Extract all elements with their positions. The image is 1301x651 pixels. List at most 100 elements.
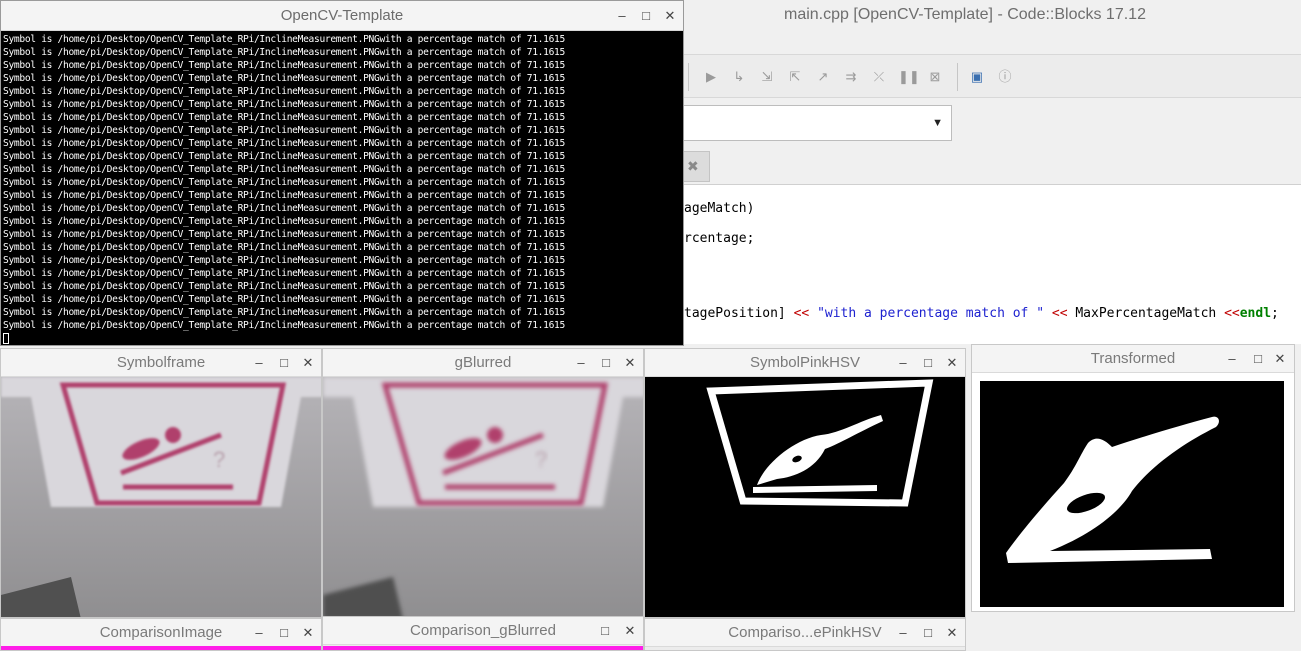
comparison-gblurred-window: Comparison_gBlurred □ ✕	[322, 616, 644, 651]
step-over-icon[interactable]: ↳	[730, 68, 748, 86]
console-line: Symbol is /home/pi/Desktop/OpenCV_Templa…	[3, 177, 565, 188]
console-line: Symbol is /home/pi/Desktop/OpenCV_Templa…	[3, 151, 565, 162]
gblurred-window: gBlurred – □ ✕ ?	[322, 348, 644, 618]
step-into-instruction-icon[interactable]: ⇉	[842, 68, 860, 86]
editor-tab[interactable]: ✖	[684, 151, 710, 182]
window-titlebar[interactable]: gBlurred – □ ✕	[323, 349, 643, 377]
stop-icon[interactable]: ⊠	[926, 68, 944, 86]
console-line: Symbol is /home/pi/Desktop/OpenCV_Templa…	[3, 320, 565, 331]
transformed-window: Transformed – □ ✕	[971, 344, 1295, 612]
minimize-icon[interactable]: –	[249, 619, 269, 647]
window-title: Compariso...ePinkHSV	[728, 624, 882, 641]
console-line: Symbol is /home/pi/Desktop/OpenCV_Templa…	[3, 86, 565, 97]
symbolpinkhsv-window: SymbolPinkHSV – □ ✕	[644, 348, 966, 618]
minimize-icon[interactable]: –	[1222, 345, 1242, 373]
code-token: <<	[793, 306, 810, 321]
maximize-icon[interactable]: □	[636, 1, 656, 31]
console-line: Symbol is /home/pi/Desktop/OpenCV_Templa…	[3, 138, 565, 149]
info-icon[interactable]: ⓘ	[996, 68, 1014, 86]
minimize-icon[interactable]: –	[612, 1, 632, 31]
console-line: Symbol is /home/pi/Desktop/OpenCV_Templa…	[3, 203, 565, 214]
maximize-icon[interactable]: □	[595, 617, 615, 645]
console-line: Symbol is /home/pi/Desktop/OpenCV_Templa…	[3, 99, 565, 110]
minimize-icon[interactable]: –	[893, 619, 913, 647]
window-titlebar[interactable]: Compariso...ePinkHSV – □ ✕	[645, 619, 965, 647]
debugger-toolbar: ▶ ↳ ⇲ ⇱ ↗ ⇉ ⤫ ❚❚ ⊠ ▣ ⓘ	[684, 54, 1301, 98]
console-line: Symbol is /home/pi/Desktop/OpenCV_Templa…	[3, 73, 565, 84]
window-title: gBlurred	[454, 354, 512, 371]
close-icon[interactable]: ✕	[660, 1, 680, 31]
minimize-icon[interactable]: –	[249, 349, 269, 377]
code-token: <<	[1051, 306, 1068, 321]
chevron-down-icon: ▼	[932, 117, 943, 129]
close-icon[interactable]: ✕	[1270, 345, 1290, 373]
console-line: Symbol is /home/pi/Desktop/OpenCV_Templa…	[3, 216, 565, 227]
next-instruction-icon[interactable]: ↗	[814, 68, 832, 86]
window-title: SymbolPinkHSV	[749, 354, 861, 371]
window-titlebar[interactable]: ComparisonImage – □ ✕	[1, 619, 321, 647]
minimize-icon[interactable]: –	[571, 349, 591, 377]
code-token: "with a percentage match of "	[817, 306, 1045, 321]
pink-mask-image	[645, 377, 965, 617]
console-line: Symbol is /home/pi/Desktop/OpenCV_Templa…	[3, 47, 565, 58]
code-token: endl	[1239, 306, 1272, 321]
console-output[interactable]: Symbol is /home/pi/Desktop/OpenCV_Templa…	[3, 33, 683, 345]
minimize-icon[interactable]: –	[893, 349, 913, 377]
symbolframe-window: Symbolframe – □ ✕ ?	[0, 348, 322, 618]
codeblocks-title: main.cpp [OpenCV-Template] - Code::Block…	[784, 6, 1146, 23]
console-line: Symbol is /home/pi/Desktop/OpenCV_Templa…	[3, 229, 565, 240]
code-token: <<	[1224, 306, 1240, 321]
console-window: OpenCV-Template – □ ✕ Symbol is /home/pi…	[0, 0, 684, 346]
toolbar-separator	[688, 63, 689, 91]
console-line: Symbol is /home/pi/Desktop/OpenCV_Templa…	[3, 255, 565, 266]
console-line: Symbol is /home/pi/Desktop/OpenCV_Templa…	[3, 294, 565, 305]
console-line: Symbol is /home/pi/Desktop/OpenCV_Templa…	[3, 60, 565, 71]
close-icon[interactable]: ✕	[620, 349, 640, 377]
run-icon[interactable]: ▶	[702, 68, 720, 86]
window-titlebar[interactable]: Symbolframe – □ ✕	[1, 349, 321, 377]
toolbar-separator	[957, 63, 958, 91]
maximize-icon[interactable]: □	[918, 349, 938, 377]
window-titlebar[interactable]: Comparison_gBlurred □ ✕	[323, 617, 643, 645]
step-out-icon[interactable]: ⇱	[786, 68, 804, 86]
maximize-icon[interactable]: □	[274, 619, 294, 647]
close-icon[interactable]: ✕	[942, 619, 962, 647]
console-line: Symbol is /home/pi/Desktop/OpenCV_Templa…	[3, 307, 565, 318]
console-line: Symbol is /home/pi/Desktop/OpenCV_Templa…	[3, 281, 565, 292]
image-strip	[323, 646, 643, 650]
window-titlebar[interactable]: Transformed – □ ✕	[972, 345, 1294, 373]
transformed-image	[972, 373, 1294, 611]
svg-text:?: ?	[213, 447, 225, 472]
close-icon[interactable]: ✖	[687, 158, 699, 175]
code-token: ageMatch)	[684, 201, 755, 216]
maximize-icon[interactable]: □	[596, 349, 616, 377]
console-titlebar[interactable]: OpenCV-Template – □ ✕	[1, 1, 683, 31]
target-combobox[interactable]: ▼	[684, 105, 952, 141]
debug-windows-icon[interactable]: ▣	[968, 68, 986, 86]
close-icon[interactable]: ✕	[620, 617, 640, 645]
console-line: Symbol is /home/pi/Desktop/OpenCV_Templa…	[3, 190, 565, 201]
break-icon[interactable]: ⤫	[870, 68, 888, 86]
code-token: MaxPercentageMatch	[1067, 306, 1225, 321]
close-icon[interactable]: ✕	[298, 619, 318, 647]
code-token: ;	[1271, 306, 1279, 321]
maximize-icon[interactable]: □	[274, 349, 294, 377]
window-titlebar[interactable]: SymbolPinkHSV – □ ✕	[645, 349, 965, 377]
maximize-icon[interactable]: □	[918, 619, 938, 647]
step-into-icon[interactable]: ⇲	[758, 68, 776, 86]
maximize-icon[interactable]: □	[1248, 345, 1268, 373]
close-icon[interactable]: ✕	[298, 349, 318, 377]
code-editor[interactable]: ageMatch) rcentage; tagePosition] << "with…	[684, 184, 1301, 344]
camera-image: ?	[1, 377, 321, 617]
code-line: rcentage;	[684, 231, 754, 246]
window-title: OpenCV-Template	[280, 7, 404, 24]
code-line: tagePosition] << "with a percentage matc…	[684, 306, 1279, 321]
code-line: ageMatch)	[684, 201, 754, 216]
console-line: Symbol is /home/pi/Desktop/OpenCV_Templa…	[3, 34, 565, 45]
close-icon[interactable]: ✕	[942, 349, 962, 377]
console-line: Symbol is /home/pi/Desktop/OpenCV_Templa…	[3, 125, 565, 136]
pause-icon[interactable]: ❚❚	[898, 68, 920, 86]
comparisonpinkhsv-window: Compariso...ePinkHSV – □ ✕	[644, 618, 966, 651]
